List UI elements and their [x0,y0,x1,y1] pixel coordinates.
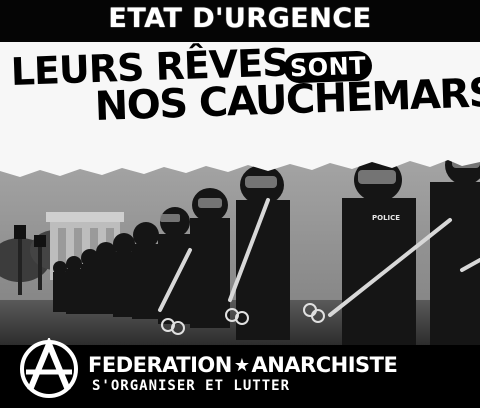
slogan: S'ORGANISER ET LUTTER [92,378,291,394]
police-badge: POLICE [372,214,400,222]
riot-police-photo: POLICE [0,140,480,355]
header-band: ETAT D'URGENCE [0,0,480,44]
anarchy-symbol-icon [20,338,78,398]
header-title: ETAT D'URGENCE [108,3,372,34]
organization-name: FEDERATION ★ANARCHISTE [88,353,398,377]
riot-police-line-illustration: POLICE [0,140,480,355]
org-name-part1: FEDERATION [88,353,232,377]
org-name-part2: ANARCHISTE [251,353,398,377]
star-icon: ★ [233,355,250,376]
poster: ETAT D'URGENCE LEURS RÊVES SONT NOS CAUC… [0,0,480,408]
